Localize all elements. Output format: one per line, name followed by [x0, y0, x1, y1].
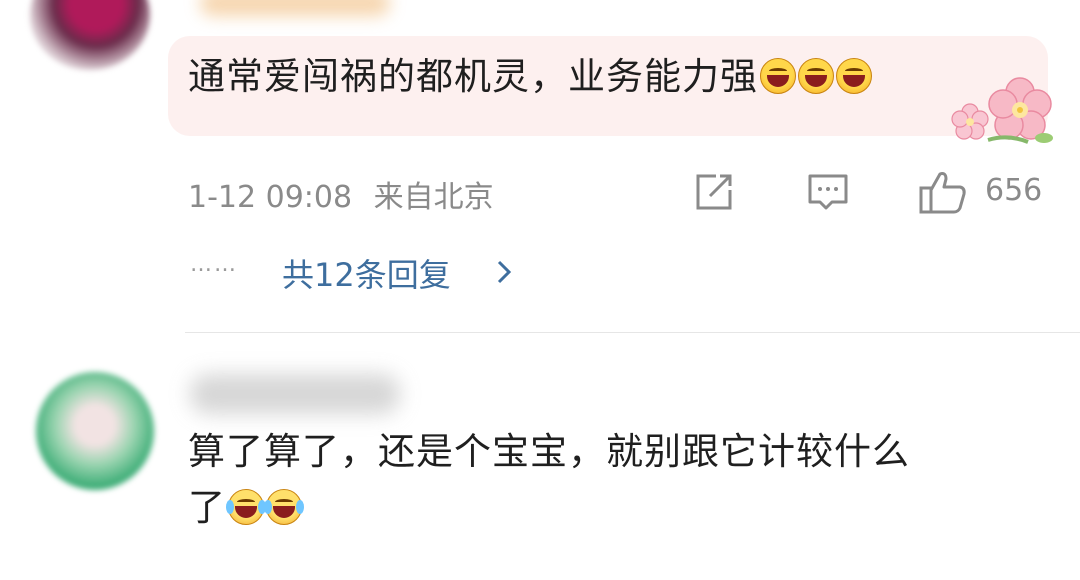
view-replies-link[interactable]: 共12条回复: [282, 250, 451, 296]
replies-dots: ……: [190, 252, 238, 277]
comment-time: 1-12 09:08: [188, 180, 353, 215]
grin-emoji-icon: [836, 58, 872, 94]
laugh-cry-emoji-icon: [226, 489, 266, 525]
avatar[interactable]: [36, 372, 154, 490]
avatar[interactable]: [30, 0, 150, 70]
reply-icon[interactable]: [806, 170, 850, 214]
like-count: 656: [985, 173, 1043, 208]
comment-text: 通常爱闯祸的都机灵，业务能力强: [188, 45, 872, 109]
cherry-blossom-icon: [951, 77, 1053, 144]
grin-emoji-icon: [798, 58, 834, 94]
comment-body: 通常爱闯祸的都机灵，业务能力强: [188, 55, 758, 98]
comment-location: 来自北京: [373, 180, 494, 215]
grin-emoji-icon: [760, 58, 796, 94]
comment-body-line: 算了算了，还是个宝宝，就别跟它计较什么: [188, 430, 910, 473]
comment-meta: 1-12 09:08 来自北京: [188, 172, 494, 216]
thumbs-up-icon[interactable]: [918, 170, 968, 216]
comment-body-end: 了: [188, 486, 226, 529]
comment-text: 算了算了，还是个宝宝，就别跟它计较什么 了: [188, 424, 1068, 536]
username-blurred[interactable]: [190, 374, 400, 414]
share-icon[interactable]: [692, 170, 736, 214]
laugh-cry-emoji-icon: [264, 489, 304, 525]
chevron-right-icon[interactable]: [494, 258, 514, 286]
username-blurred[interactable]: [200, 0, 390, 16]
comment-body-line: 了: [188, 480, 1068, 536]
divider: [185, 332, 1080, 333]
